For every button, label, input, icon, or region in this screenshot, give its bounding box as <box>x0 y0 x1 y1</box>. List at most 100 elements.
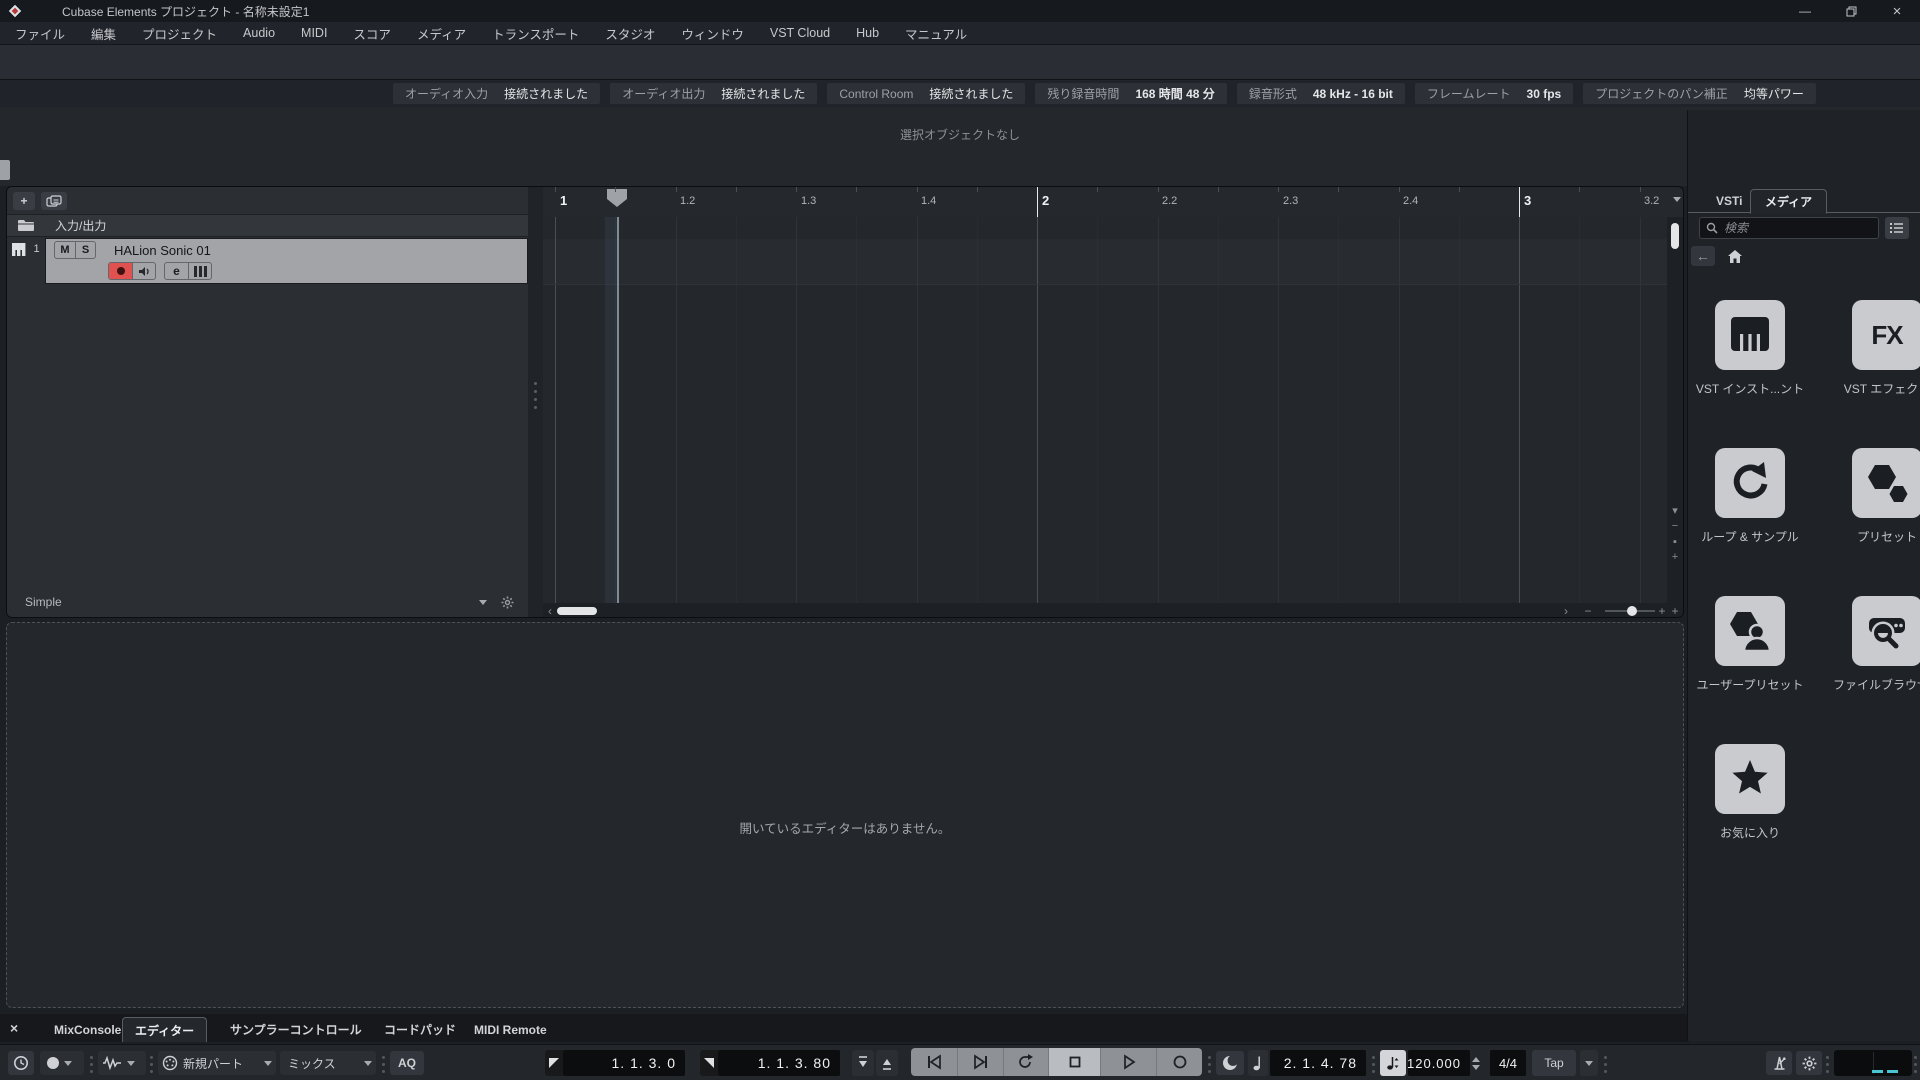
preset-dropdown-icon[interactable] <box>479 599 487 605</box>
hscroll-thumb[interactable] <box>557 607 597 615</box>
tempo-track-button[interactable] <box>1380 1050 1406 1076</box>
scroll-left-icon[interactable]: ‹ <box>543 603 557 617</box>
crescent-icon[interactable] <box>1216 1051 1244 1075</box>
menu-item[interactable]: ウィンドウ <box>668 24 757 43</box>
instrument-button[interactable] <box>188 263 211 279</box>
transport-settings-gear-icon[interactable] <box>1796 1051 1822 1075</box>
lower-zone-tab[interactable]: エディター <box>122 1017 208 1042</box>
star-tile[interactable] <box>1715 744 1785 814</box>
home-icon[interactable] <box>1727 249 1743 264</box>
solo-button[interactable]: S <box>75 242 95 258</box>
info-item[interactable]: オーディオ出力 接続されました <box>610 83 818 104</box>
media-list-view-icon[interactable] <box>1885 217 1909 239</box>
tempo-mode-dropdown[interactable] <box>1580 1050 1598 1076</box>
add-track-button[interactable]: + <box>13 191 35 210</box>
vzoom-out-button[interactable]: − <box>1667 520 1683 532</box>
constrain-delay-compensation-icon[interactable] <box>8 1051 34 1075</box>
drag-handle[interactable] <box>1208 1056 1211 1059</box>
window-grip-handle[interactable] <box>0 160 10 180</box>
media-search-box[interactable] <box>1699 217 1879 239</box>
right-zone-tab-media[interactable]: メディア <box>1750 189 1828 214</box>
lower-zone-tab[interactable]: MIDI Remote <box>462 1017 559 1042</box>
menu-item[interactable]: 編集 <box>78 24 129 43</box>
menu-item[interactable]: メディア <box>404 24 479 43</box>
track-name[interactable]: HALion Sonic 01 <box>114 243 211 258</box>
hzoom-slider-thumb[interactable] <box>1627 606 1637 616</box>
restore-button[interactable] <box>1828 0 1874 22</box>
track-controls[interactable]: M S HALion Sonic 01 e <box>45 238 528 284</box>
punch-in-button[interactable] <box>852 1050 874 1076</box>
input-output-channels-row[interactable]: 入力/出力 <box>7 215 528 237</box>
punch-out-button[interactable] <box>876 1050 898 1076</box>
menu-item[interactable]: MIDI <box>288 26 340 40</box>
midi-record-mode-group[interactable]: 新規パート <box>158 1051 276 1075</box>
midi-cycle-mode-dropdown[interactable] <box>364 1060 372 1066</box>
record-button[interactable] <box>1156 1048 1202 1076</box>
menu-item[interactable]: VST Cloud <box>757 26 843 40</box>
vzoom-in-button[interactable]: + <box>1667 551 1683 563</box>
mute-button[interactable]: M <box>55 242 75 258</box>
vzoom-thumb[interactable]: ▪ <box>1667 536 1683 548</box>
auto-quantize-button[interactable]: AQ <box>390 1051 424 1075</box>
ruler-options-icon[interactable] <box>1673 197 1681 202</box>
menu-item[interactable]: スタジオ <box>592 24 668 43</box>
use-track-preset-button[interactable] <box>41 191 67 210</box>
right-locator-display[interactable]: 1. 1. 3. 80 <box>718 1050 840 1076</box>
piano-tile[interactable] <box>1715 300 1785 370</box>
right-locator-flag-icon[interactable] <box>700 1050 718 1076</box>
info-item[interactable]: 残り録音時間 168 時間 48 分 <box>1035 83 1227 104</box>
midi-record-mode-dropdown[interactable] <box>264 1060 272 1066</box>
audio-record-mode-group[interactable] <box>98 1051 146 1075</box>
user-hexagon-tile[interactable] <box>1715 596 1785 666</box>
zoom-preset-button[interactable]: + <box>1667 603 1683 617</box>
menu-item[interactable]: スコア <box>340 24 404 43</box>
go-to-next-marker-button[interactable] <box>957 1048 1003 1076</box>
primary-time-display[interactable]: 2. 1. 4. 78 <box>1270 1050 1366 1076</box>
scroll-down-icon[interactable]: ▾ <box>1667 504 1683 517</box>
fx-tile[interactable]: FX <box>1852 300 1920 370</box>
drag-handle[interactable] <box>150 1056 153 1059</box>
menu-item[interactable]: ファイル <box>2 24 78 43</box>
track-controls-preset-label[interactable]: Simple <box>25 595 62 609</box>
file-search-tile[interactable] <box>1852 596 1920 666</box>
playhead-line[interactable] <box>617 217 619 603</box>
tempo-display[interactable]: 120.000 <box>1407 1050 1470 1076</box>
info-item[interactable]: オーディオ入力 接続されました <box>393 83 601 104</box>
info-item[interactable]: プロジェクトのパン補正 均等パワー <box>1583 83 1816 104</box>
audio-mode-dropdown[interactable] <box>127 1060 135 1066</box>
playhead-marker[interactable] <box>606 188 628 208</box>
track-list-divider[interactable] <box>528 187 543 617</box>
monitor-button[interactable] <box>132 263 155 279</box>
tempo-up-icon[interactable] <box>1472 1056 1480 1062</box>
vscroll-thumb[interactable] <box>1671 223 1679 249</box>
cycle-button[interactable] <box>1003 1048 1048 1076</box>
tempo-spinner[interactable] <box>1472 1050 1480 1076</box>
metronome-button[interactable] <box>1766 1051 1792 1075</box>
record-mode-group[interactable] <box>40 1051 84 1075</box>
drag-handle[interactable] <box>1604 1056 1607 1059</box>
timeline-ruler[interactable]: 1 1.2 1.3 1.4 2 2.2 2.3 2.4 3 3.2 <box>543 187 1681 217</box>
midi-cycle-mode-group[interactable]: ミックス <box>280 1051 376 1075</box>
lower-zone-tab[interactable]: コードパッド <box>372 1017 468 1042</box>
info-item[interactable]: 録音形式 48 kHz - 16 bit <box>1236 83 1405 104</box>
right-zone-tab-vsti[interactable]: VSTi <box>1702 188 1756 213</box>
stop-button[interactable] <box>1048 1048 1100 1076</box>
lower-zone-tab[interactable]: MixConsole <box>42 1017 133 1042</box>
vertical-scrollbar[interactable]: ▾ − ▪ + <box>1667 217 1683 603</box>
info-item[interactable]: Control Room 接続されました <box>827 83 1026 104</box>
edit-instrument-button[interactable]: e <box>165 263 188 279</box>
instrument-track[interactable]: 1 M S HALion Sonic 01 e <box>7 238 528 284</box>
event-display-canvas[interactable] <box>543 217 1669 603</box>
menu-item[interactable]: プロジェクト <box>129 24 230 43</box>
info-item[interactable]: フレームレート 30 fps <box>1414 83 1574 104</box>
loop-tile[interactable] <box>1715 448 1785 518</box>
hzoom-out-button[interactable]: − <box>1581 603 1595 617</box>
hexagons-tile[interactable] <box>1852 448 1920 518</box>
minimize-button[interactable]: — <box>1782 0 1828 22</box>
record-enable-button[interactable] <box>109 263 132 279</box>
drag-handle[interactable] <box>90 1056 93 1059</box>
horizontal-scrollbar[interactable]: ‹ › − + <box>543 603 1669 617</box>
time-format-note-icon[interactable] <box>1248 1050 1268 1076</box>
left-locator-display[interactable]: 1. 1. 3. 0 <box>563 1050 685 1076</box>
close-button[interactable]: × <box>1874 0 1920 22</box>
